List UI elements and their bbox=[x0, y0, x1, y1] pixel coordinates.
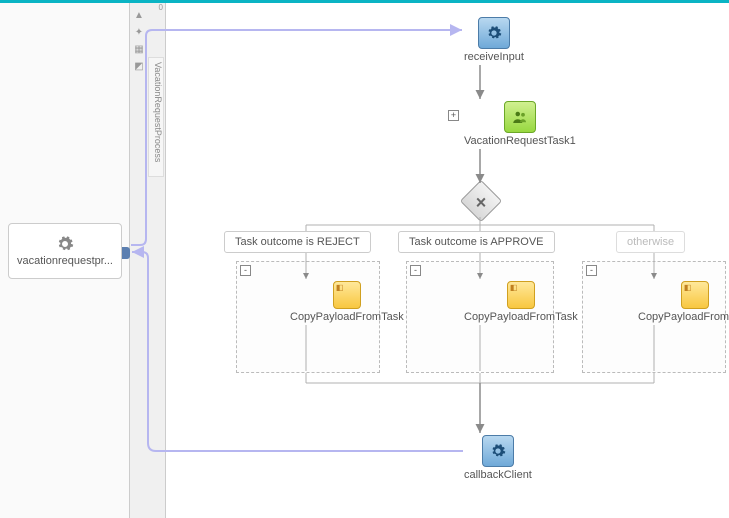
callback-activity-node[interactable]: callbackClient bbox=[464, 435, 532, 481]
assign-icon: ◧ bbox=[507, 281, 535, 309]
invoke-icon bbox=[482, 435, 514, 467]
branch-label-otherwise[interactable]: otherwise bbox=[616, 231, 685, 253]
collapse-button-otherwise[interactable]: - bbox=[586, 265, 597, 276]
exclusive-gateway[interactable]: × bbox=[460, 180, 502, 222]
collapse-button-reject[interactable]: - bbox=[240, 265, 251, 276]
gear-icon bbox=[56, 235, 74, 253]
human-task-node[interactable]: VacationRequestTask1 bbox=[464, 101, 576, 147]
collapse-button-approve[interactable]: - bbox=[410, 265, 421, 276]
process-tab[interactable]: VacationRequestProcess bbox=[148, 57, 164, 177]
user-task-icon bbox=[504, 101, 536, 133]
branch-label-approve[interactable]: Task outcome is APPROVE bbox=[398, 231, 555, 253]
ruler-tick: 0 bbox=[159, 3, 163, 12]
assign-label: CopyPayloadFromTask bbox=[638, 311, 729, 323]
gateway-x-icon: × bbox=[466, 187, 496, 217]
tool-stamp-icon[interactable]: ▦ bbox=[132, 43, 146, 57]
bpel-canvas[interactable]: receiveInput VacationRequestTask1 + × Ta… bbox=[166, 3, 729, 518]
output-port[interactable] bbox=[122, 247, 130, 259]
assign-icon: ◧ bbox=[681, 281, 709, 309]
composite-process-node[interactable]: vacationrequestpr... bbox=[8, 223, 122, 279]
expand-button[interactable]: + bbox=[448, 110, 459, 121]
tool-hand-icon[interactable]: ✦ bbox=[132, 26, 146, 40]
receive-label: receiveInput bbox=[464, 51, 524, 63]
tool-up-icon[interactable]: ▲ bbox=[132, 9, 146, 23]
palette-toolbar: ▲ ✦ ▦ ◩ bbox=[130, 6, 148, 74]
assign-label: CopyPayloadFromTask bbox=[290, 311, 404, 323]
receive-icon bbox=[478, 17, 510, 49]
composite-process-label: vacationrequestpr... bbox=[17, 255, 113, 267]
ruler-column: 0 ▲ ✦ ▦ ◩ VacationRequestProcess bbox=[130, 3, 166, 518]
assign-activity-reject[interactable]: ◧ CopyPayloadFromTask bbox=[290, 281, 404, 323]
tool-marker-icon[interactable]: ◩ bbox=[132, 60, 146, 74]
assign-label: CopyPayloadFromTask bbox=[464, 311, 578, 323]
branch-label-reject[interactable]: Task outcome is REJECT bbox=[224, 231, 371, 253]
assign-activity-otherwise[interactable]: ◧ CopyPayloadFromTask bbox=[638, 281, 729, 323]
callback-label: callbackClient bbox=[464, 469, 532, 481]
human-task-label: VacationRequestTask1 bbox=[464, 135, 576, 147]
composite-lane-panel: vacationrequestpr... bbox=[0, 3, 130, 518]
assign-icon: ◧ bbox=[333, 281, 361, 309]
assign-activity-approve[interactable]: ◧ CopyPayloadFromTask bbox=[464, 281, 578, 323]
receive-activity-node[interactable]: receiveInput bbox=[464, 17, 524, 63]
